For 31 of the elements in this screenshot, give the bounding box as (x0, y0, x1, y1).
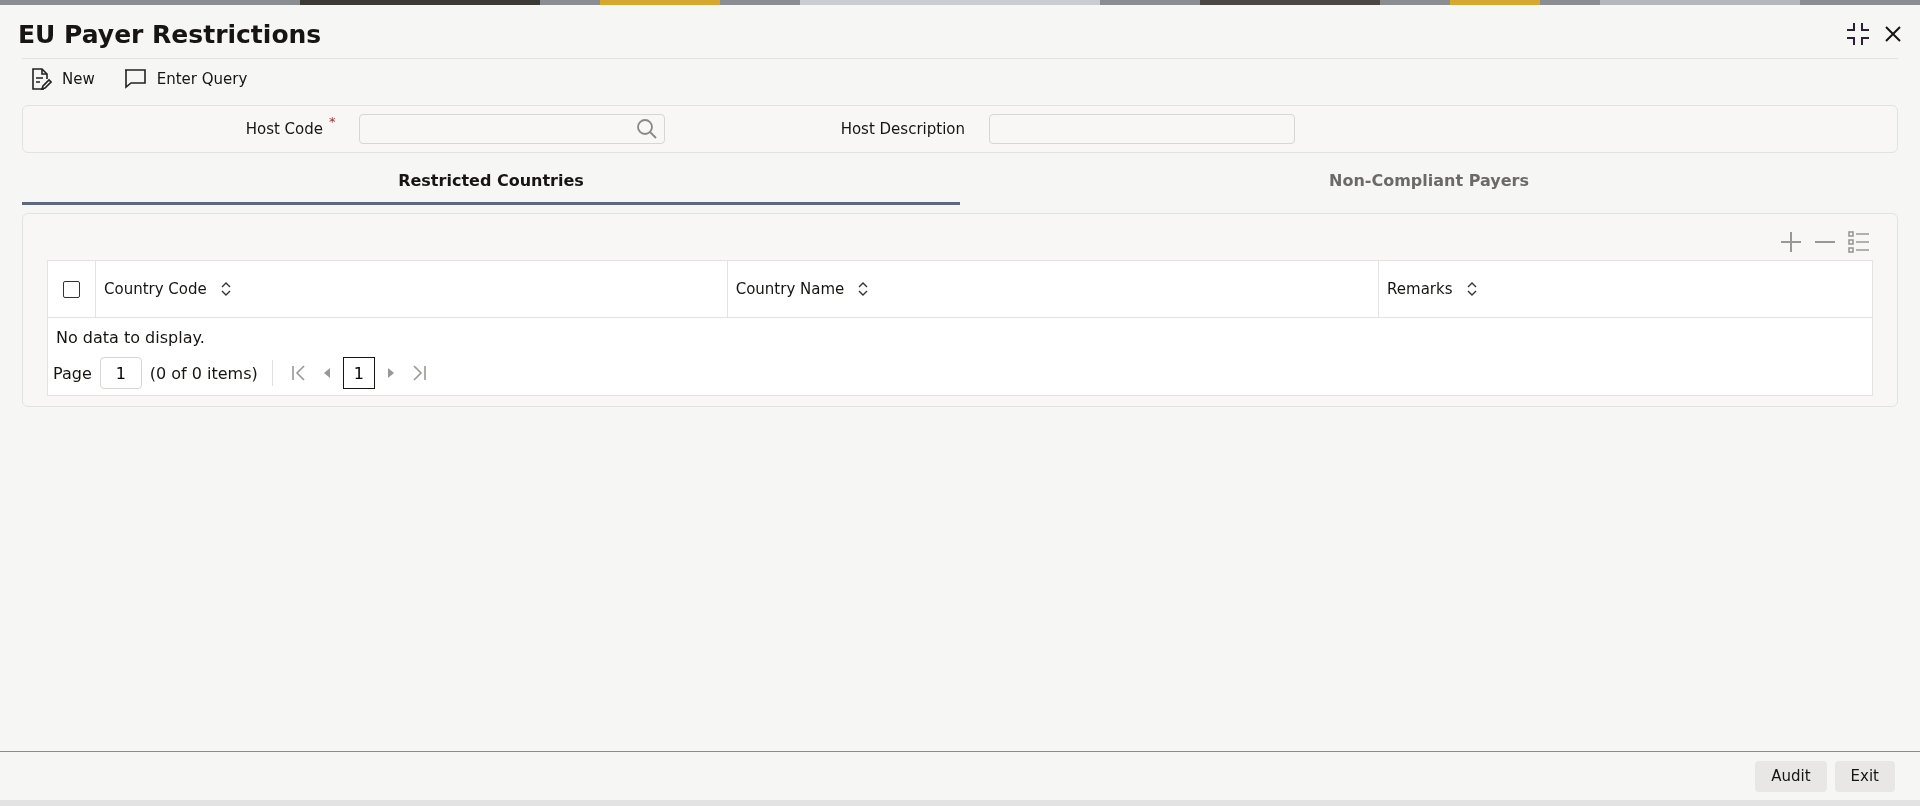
enter-query-button[interactable]: Enter Query (122, 68, 248, 90)
empty-message: No data to display. (55, 327, 206, 349)
column-header: Country Code (104, 280, 207, 298)
close-icon[interactable] (1884, 25, 1902, 43)
input-field[interactable] (359, 114, 665, 144)
items-summary: (0 of 0 items) (149, 363, 258, 383)
tab[interactable]: Non-Compliant Payers (960, 159, 1898, 205)
field-label: Host Description (839, 120, 965, 138)
required-mark: * (329, 114, 337, 129)
footer-button[interactable]: Exit (1834, 760, 1895, 792)
tab[interactable]: Restricted Countries (22, 159, 960, 205)
list-icon[interactable] (1847, 230, 1871, 254)
sort-icon[interactable] (1466, 282, 1477, 296)
sort-icon[interactable] (220, 282, 231, 296)
page-input[interactable]: 1 (99, 357, 142, 389)
input-field[interactable] (989, 114, 1295, 144)
sort-icon[interactable] (858, 282, 869, 296)
select-all-checkbox[interactable] (63, 280, 80, 298)
page-label: Page (53, 363, 92, 383)
new-button[interactable]: New (30, 67, 95, 91)
field-label: Host Code (244, 120, 323, 138)
speech-bubble-icon (122, 68, 147, 90)
current-page-button[interactable]: 1 (342, 357, 375, 389)
document-edit-icon (30, 67, 52, 91)
column-header: Country Name (735, 280, 845, 298)
collapse-icon[interactable] (1846, 22, 1870, 46)
footer-button[interactable]: Audit (1755, 760, 1827, 792)
window-title: EU Payer Restrictions (18, 19, 322, 49)
add-icon[interactable] (1779, 230, 1803, 254)
column-header: Remarks (1387, 280, 1453, 298)
search-icon[interactable] (636, 118, 658, 140)
